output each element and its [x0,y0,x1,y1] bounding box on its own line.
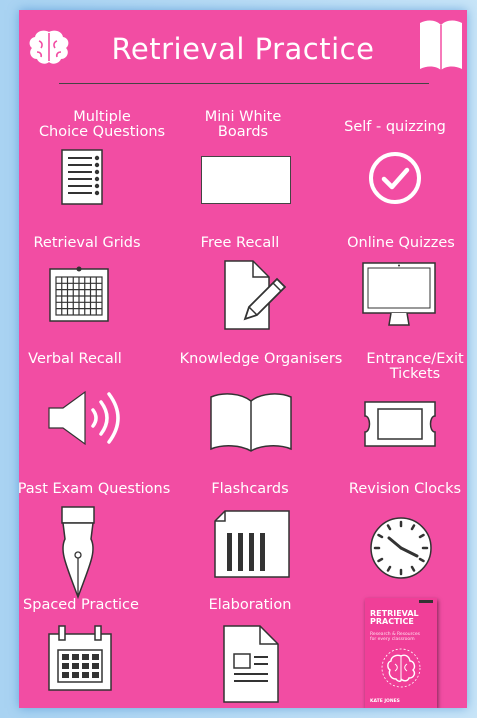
label-retrieval-grids: Retrieval Grids [33,235,141,251]
label-self-quizzing: Self - quizzing [344,119,446,135]
label-knowledge-organisers: Knowledge Organisers [179,351,343,367]
book-cover-author: KATE JONES [370,699,400,704]
brain-illustration-icon [381,648,421,688]
label-free-recall: Free Recall [200,235,280,251]
paper-pencil-icon [224,260,287,330]
title-divider [59,83,429,84]
document-icon [223,625,279,703]
open-book-header-icon [420,20,462,70]
book-cover: RETRIEVAL PRACTICE Research & Resources … [365,598,437,708]
whiteboard-icon [201,156,291,204]
label-revision-clocks: Revision Clocks [348,481,462,497]
calendar-icon [48,625,112,691]
flashcards-icon [214,510,290,578]
page-title: Retrieval Practice [111,32,375,66]
label-flashcards: Flashcards [211,481,289,497]
monitor-icon [362,262,436,326]
label-elaboration: Elaboration [208,597,292,613]
fountain-pen-icon [61,506,95,600]
label-multiple-choice-questions: Multiple Choice Questions [38,109,166,141]
checkmark-circle-icon [369,152,421,204]
label-verbal-recall: Verbal Recall [28,351,122,367]
publisher-logo [419,600,433,603]
label-online-quizzes: Online Quizzes [347,235,455,251]
book-cover-title: RETRIEVAL PRACTICE [370,609,419,627]
book-cover-subtitle: Research & Resources for every classroom [370,632,420,643]
label-past-exam-questions: Past Exam Questions [19,481,171,497]
speaker-icon [48,390,120,446]
grid-icon [49,266,109,322]
label-mini-white-boards: Mini White Boards [204,109,282,141]
open-book-icon [210,393,292,452]
clock-icon [370,517,432,579]
retrieval-practice-poster: Retrieval Practice Multiple Choice Quest… [19,10,467,708]
ticket-icon [364,401,436,447]
label-entrance-exit-tickets: Entrance/Exit Tickets [366,351,464,383]
label-spaced-practice: Spaced Practice [23,597,139,613]
mcq-list-icon [61,149,103,205]
